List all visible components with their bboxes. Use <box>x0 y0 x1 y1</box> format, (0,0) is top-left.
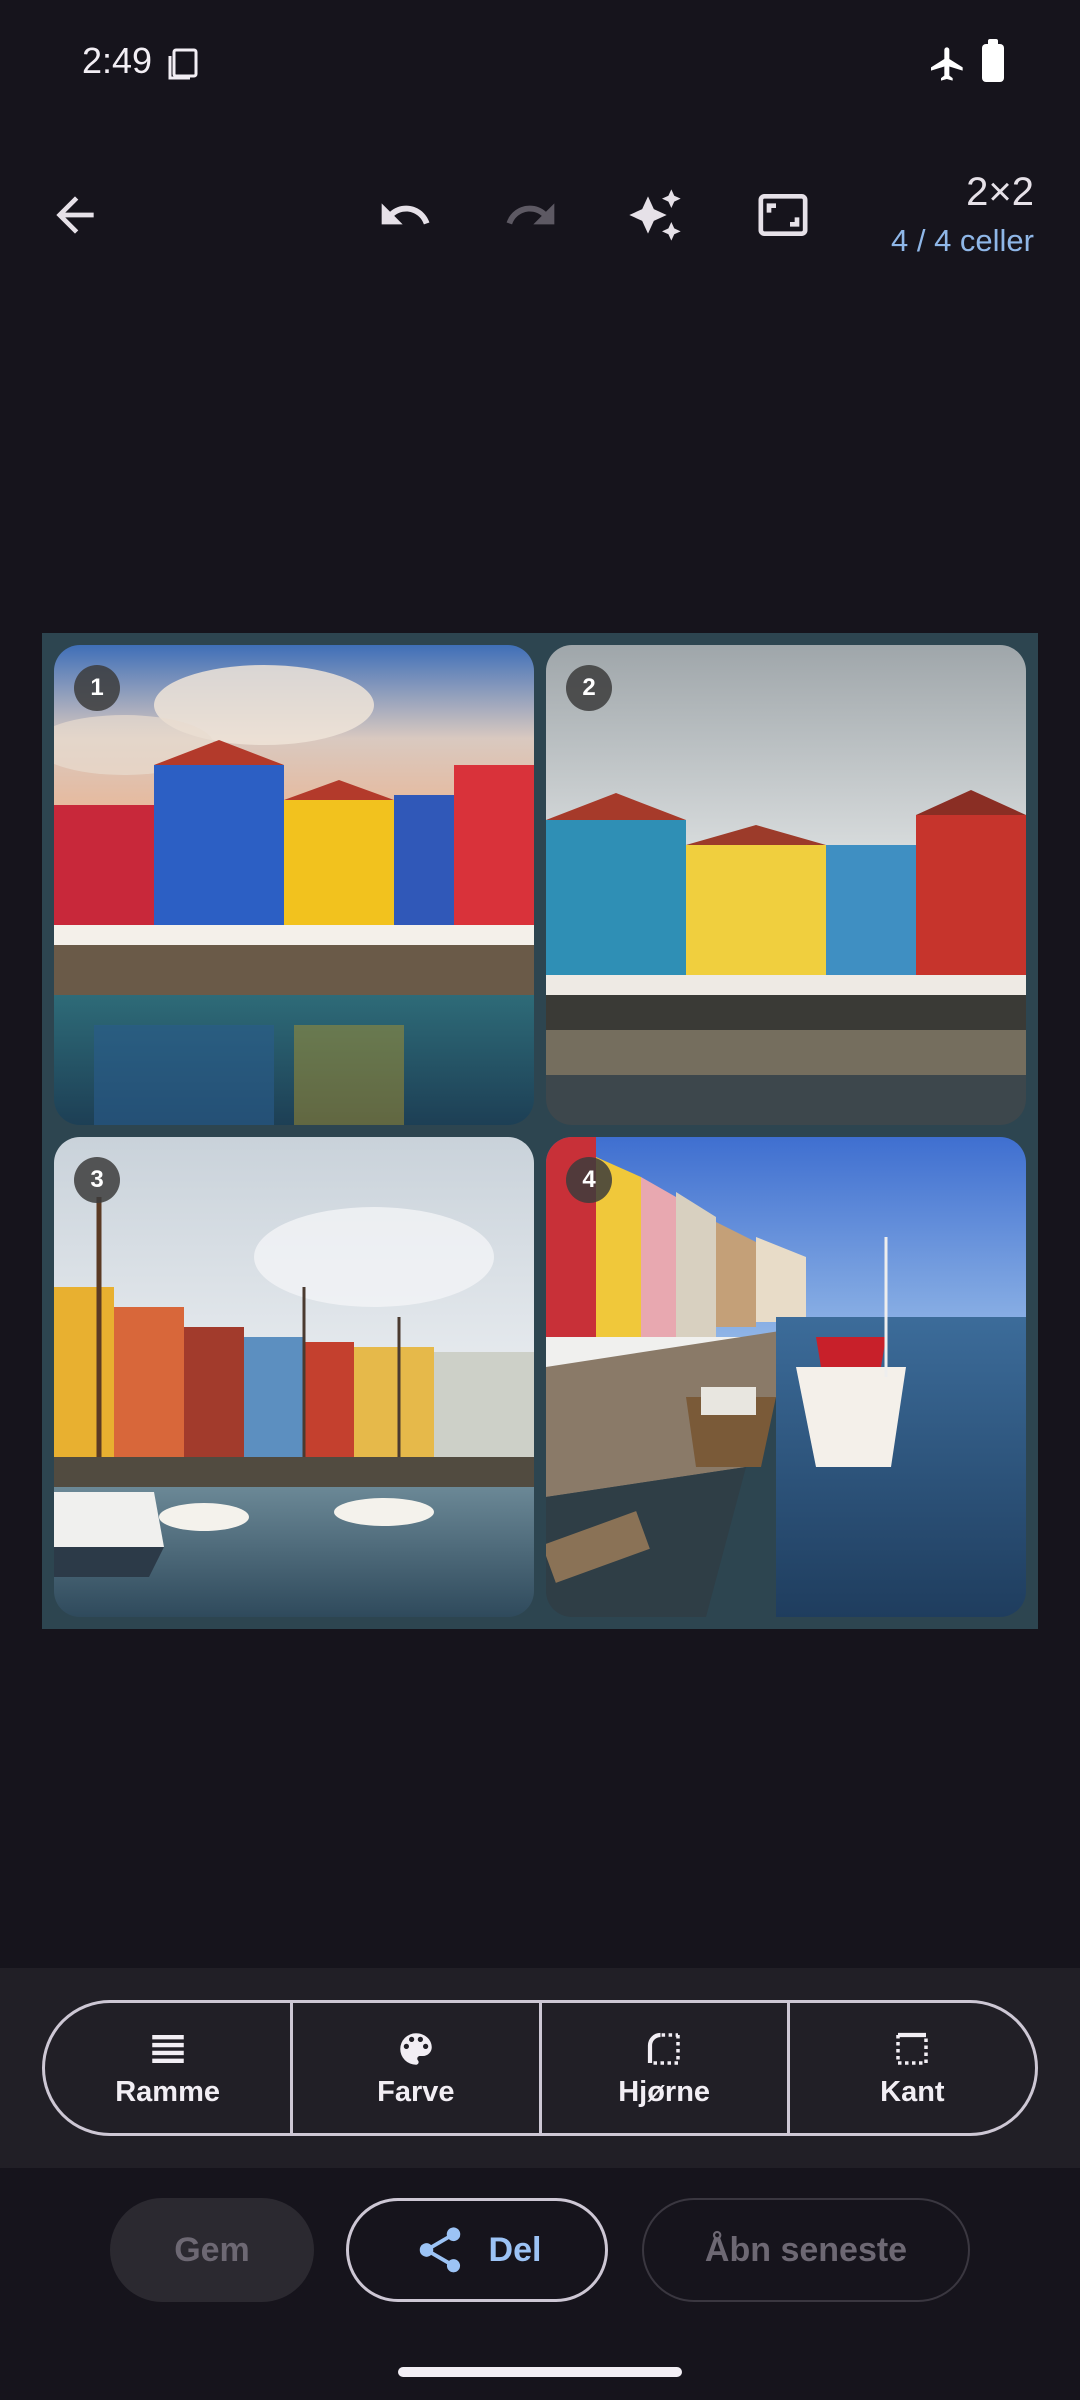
action-bar: Gem Del Åbn seneste <box>0 2198 1080 2308</box>
collage-canvas: 1 2 3 4 <box>42 633 1038 1629</box>
redo-icon <box>506 203 555 225</box>
arrow-back-icon <box>56 196 94 234</box>
open-latest-button[interactable]: Åbn seneste <box>642 2198 970 2302</box>
cell-number-badge: 3 <box>74 1157 120 1203</box>
aspect-ratio-button[interactable] <box>748 180 818 250</box>
undo-icon <box>381 203 430 225</box>
back-button[interactable] <box>40 180 110 250</box>
editor-toolbar: 2×2 4 / 4 celler <box>0 160 1080 270</box>
save-button[interactable]: Gem <box>110 2198 314 2302</box>
harbor-photo <box>546 645 1026 1125</box>
option-corner[interactable]: Hjørne <box>542 2003 790 2133</box>
options-segmented-control: Ramme Farve Hjørne Kant <box>42 2000 1038 2136</box>
lines-icon <box>151 2034 184 2063</box>
option-corner-label: Hjørne <box>618 2075 711 2108</box>
redo-button[interactable] <box>496 180 566 250</box>
option-frame[interactable]: Ramme <box>45 2003 294 2133</box>
cell-number-badge: 4 <box>566 1157 612 1203</box>
collage-cell[interactable]: 1 <box>54 645 534 1125</box>
cell-number-badge: 1 <box>74 665 120 711</box>
option-color-label: Farve <box>377 2075 455 2108</box>
grid-info[interactable]: 2×2 4 / 4 celler <box>891 170 1034 259</box>
palette-icon <box>400 2032 432 2065</box>
option-border-label: Kant <box>880 2075 945 2108</box>
cells-status-label: 4 / 4 celler <box>890 223 1034 258</box>
collage-cell[interactable]: 4 <box>546 1137 1026 1617</box>
options-panel: Ramme Farve Hjørne Kant <box>0 1968 1080 2168</box>
harbor-photo <box>54 1137 534 1617</box>
share-icon <box>419 2227 460 2273</box>
home-indicator[interactable] <box>398 2367 682 2377</box>
aspect-ratio-icon <box>758 194 808 236</box>
border-icon <box>896 2032 929 2065</box>
status-time: 2:49 <box>82 40 153 81</box>
sim-card-icon <box>168 48 198 80</box>
share-button[interactable]: Del <box>346 2198 608 2302</box>
battery-icon <box>982 39 1004 82</box>
grid-size-label: 2×2 <box>966 170 1034 214</box>
option-frame-label: Ramme <box>115 2075 221 2108</box>
share-button-label: Del <box>488 2230 542 2269</box>
auto-enhance-button[interactable] <box>620 180 690 250</box>
option-border[interactable]: Kant <box>790 2003 1035 2133</box>
auto-awesome-icon <box>629 189 681 241</box>
harbor-photo <box>54 645 534 1125</box>
status-bar: 2:49 <box>0 0 1080 130</box>
harbor-photo <box>546 1137 1026 1617</box>
airplane-mode-icon <box>931 47 963 81</box>
rounded-corner-icon <box>648 2032 680 2065</box>
cell-number-badge: 2 <box>566 665 612 711</box>
option-color[interactable]: Farve <box>293 2003 542 2133</box>
undo-button[interactable] <box>370 180 440 250</box>
collage-cell[interactable]: 2 <box>546 645 1026 1125</box>
collage-cell[interactable]: 3 <box>54 1137 534 1617</box>
